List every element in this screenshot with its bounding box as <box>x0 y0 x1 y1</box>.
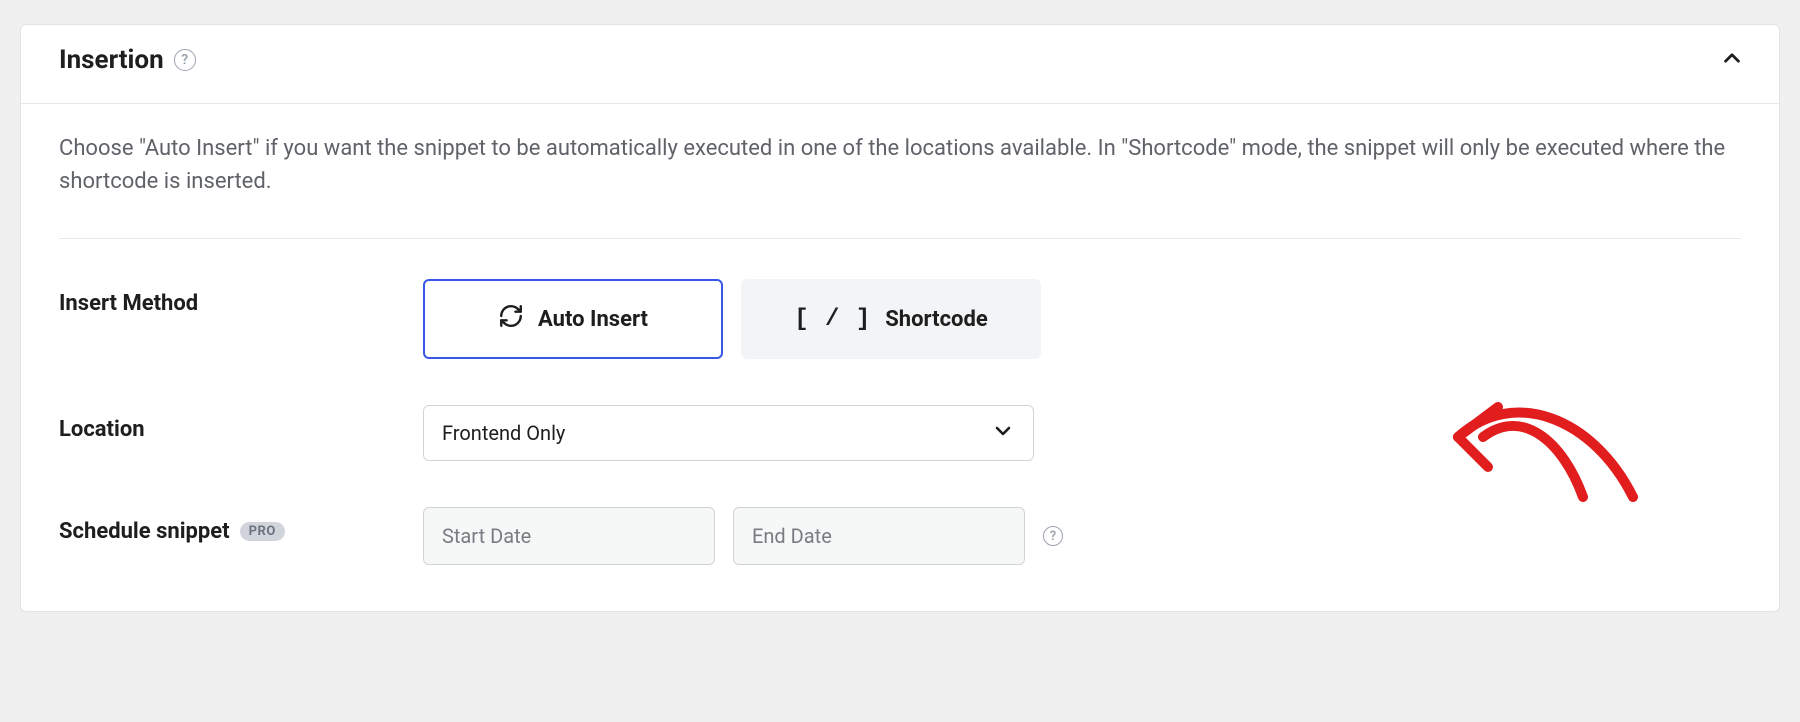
end-date-input[interactable] <box>733 507 1025 565</box>
location-label: Location <box>59 417 415 442</box>
help-icon[interactable]: ? <box>1043 526 1063 546</box>
chevron-down-icon <box>991 419 1015 448</box>
shortcode-button[interactable]: [ / ] Shortcode <box>741 279 1041 359</box>
chevron-up-icon[interactable] <box>1719 45 1745 75</box>
insertion-panel: Insertion ? Choose "Auto Insert" if you … <box>20 24 1780 612</box>
shortcode-icon: [ / ] <box>794 306 871 333</box>
location-select[interactable]: Frontend Only <box>423 405 1034 461</box>
annotation-arrow-icon <box>1443 377 1653 517</box>
schedule-label-group: Schedule snippet Pro <box>59 519 415 544</box>
location-selected-value: Frontend Only <box>442 421 565 445</box>
panel-body: Choose "Auto Insert" if you want the sni… <box>21 104 1779 611</box>
schedule-label: Schedule snippet <box>59 519 230 544</box>
start-date-input[interactable] <box>423 507 715 565</box>
insert-method-label: Insert Method <box>59 291 415 316</box>
location-row: Location Frontend Only <box>59 405 1741 461</box>
divider <box>59 238 1741 239</box>
help-icon[interactable]: ? <box>174 49 196 71</box>
refresh-icon <box>498 303 524 335</box>
shortcode-label: Shortcode <box>885 307 987 332</box>
pro-badge: Pro <box>240 522 285 541</box>
insert-method-row: Insert Method Auto Insert <box>59 279 1741 359</box>
panel-title-group: Insertion ? <box>59 45 196 75</box>
auto-insert-button[interactable]: Auto Insert <box>423 279 723 359</box>
panel-description: Choose "Auto Insert" if you want the sni… <box>59 132 1741 198</box>
panel-header[interactable]: Insertion ? <box>21 25 1779 104</box>
auto-insert-label: Auto Insert <box>538 307 648 332</box>
schedule-row: Schedule snippet Pro ? <box>59 507 1741 565</box>
panel-title: Insertion <box>59 45 164 75</box>
